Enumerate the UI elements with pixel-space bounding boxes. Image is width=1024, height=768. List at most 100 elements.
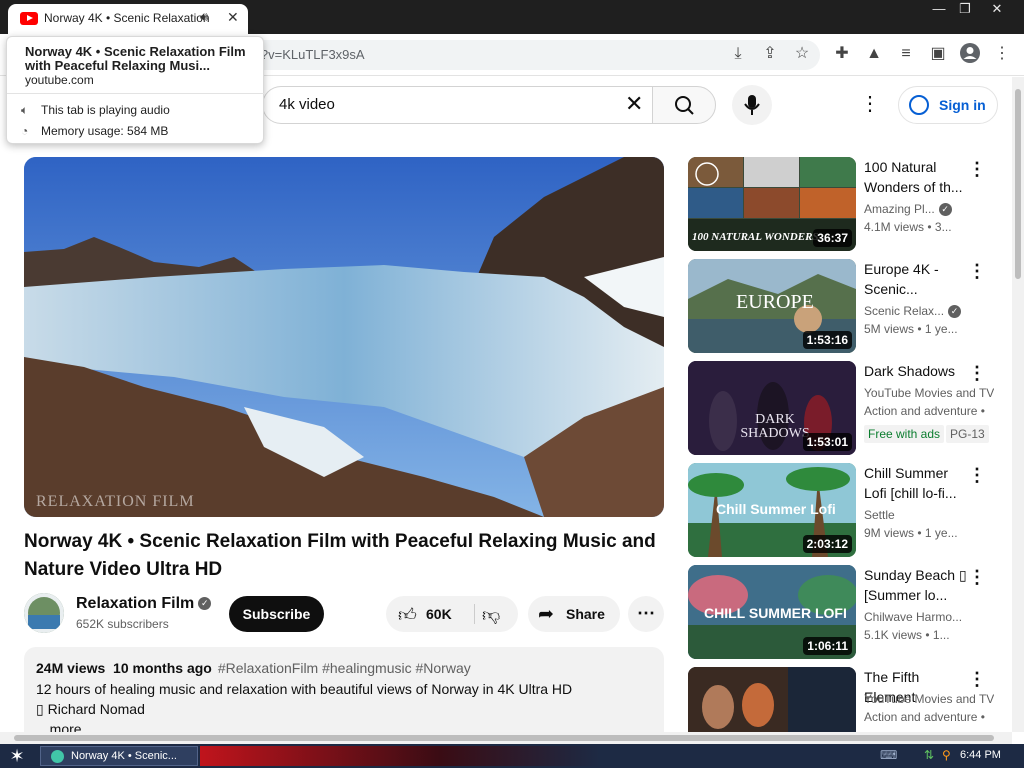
share-page-icon[interactable]: ⇪ xyxy=(758,42,782,66)
upload-age: 10 months ago xyxy=(113,660,212,676)
recommendation-thumbnail[interactable]: Chill Summer Lofi 2:03:12 xyxy=(688,463,856,557)
hashtags[interactable]: #RelaxationFilm #healingmusic #Norway xyxy=(218,660,471,676)
channel-avatar[interactable] xyxy=(24,593,64,633)
tab-title: Norway 4K • Scenic Relaxation xyxy=(44,11,210,25)
video-duration: 2:03:12 xyxy=(802,535,852,553)
description-line-2: ▯ Richard Nomad xyxy=(36,701,145,717)
view-count: 24M views xyxy=(36,660,106,676)
recommendation-menu-icon[interactable]: ⋮ xyxy=(968,363,986,383)
recommendation-menu-icon[interactable]: ⋮ xyxy=(968,669,986,689)
recommendation-genre: Action and adventure • xyxy=(864,710,985,724)
share-button[interactable]: ➦ Share xyxy=(528,596,620,632)
recommendation-item[interactable]: DARK SHADOWS 1:53:01 Dark Shadows YouTub… xyxy=(688,361,1004,457)
bookmark-star-icon[interactable]: ☆ xyxy=(790,42,814,66)
subscribe-button[interactable]: Subscribe xyxy=(229,596,324,632)
sign-in-label: Sign in xyxy=(939,97,986,113)
channel-name[interactable]: Relaxation Film ✓ xyxy=(76,595,212,613)
labs-flask-icon[interactable]: ▲ xyxy=(862,42,886,66)
rating-badge: PG-13 xyxy=(946,425,989,443)
vertical-scrollbar[interactable] xyxy=(1012,77,1024,732)
side-panel-icon[interactable]: ▣ xyxy=(926,42,950,66)
clear-search-icon[interactable]: ✕ xyxy=(625,91,643,117)
video-title: Norway 4K • Scenic Relaxation Film with … xyxy=(24,531,656,580)
recommendation-title[interactable]: Europe 4K - Scenic... xyxy=(864,259,968,299)
recommendation-channel[interactable]: Chilwave Harmo... xyxy=(864,610,994,624)
horizontal-scrollbar[interactable] xyxy=(0,732,1012,744)
sign-in-button[interactable]: Sign in xyxy=(898,86,998,124)
recommendation-item[interactable]: CHILL SUMMER LOFI 1:06:11 Sunday Beach ▯… xyxy=(688,565,1004,661)
recommendation-title[interactable]: Chill Summer Lofi [chill lo-fi... xyxy=(864,463,968,503)
recommendation-channel[interactable]: Scenic Relax... ✓ xyxy=(864,304,994,319)
views-text: 9M views xyxy=(864,526,915,540)
browser-tab[interactable]: Norway 4K • Scenic Relaxation 🔊︎ ✕ xyxy=(8,4,248,34)
share-arrow-icon: ➦ xyxy=(538,604,554,625)
hover-card-title: Norway 4K • Scenic Relaxation Film with … xyxy=(25,45,246,73)
search-tray-icon[interactable]: ⚲ xyxy=(942,748,951,762)
close-window-button[interactable]: ✕ xyxy=(980,0,1014,20)
recommendation-genre: Action and adventure • xyxy=(864,404,985,418)
recommendation-item[interactable]: EUROPE 1:53:16 Europe 4K - Scenic... Sce… xyxy=(688,259,1004,355)
recommendation-item[interactable]: 100 NATURAL WONDERS 36:37 100 Natural Wo… xyxy=(688,157,1004,253)
install-icon[interactable]: ⤓ xyxy=(726,42,750,66)
recommendation-title[interactable]: Sunday Beach ▯ [Summer lo... xyxy=(864,565,968,605)
clock: 6:44 PM xyxy=(960,749,1001,761)
recommendation-views: 4.1M views • 3... xyxy=(864,220,994,234)
youtube-favicon-icon xyxy=(20,12,38,25)
recommendation-menu-icon[interactable]: ⋮ xyxy=(968,567,986,587)
profile-icon[interactable] xyxy=(958,42,982,66)
vertical-scroll-thumb[interactable] xyxy=(1015,89,1021,279)
search-button[interactable] xyxy=(652,86,716,124)
recommendation-menu-icon[interactable]: ⋮ xyxy=(968,159,986,179)
network-tray-icon[interactable]: ⇅ xyxy=(924,748,934,762)
views-text: 5.1K views xyxy=(864,628,923,642)
recommendation-channel[interactable]: YouTube Movies and TV xyxy=(864,386,994,400)
browser-menu-icon[interactable]: ⋮ xyxy=(990,42,1014,66)
audio-status-text: This tab is playing audio xyxy=(41,103,170,117)
recommendation-channel[interactable]: Amazing Pl... ✓ xyxy=(864,202,994,217)
recommendation-item[interactable]: The Fifth Element YouTube Movies and TV … xyxy=(688,667,1004,732)
horizontal-scroll-thumb[interactable] xyxy=(14,735,994,741)
voice-search-button[interactable] xyxy=(732,85,772,125)
taskbar-app-button[interactable]: Norway 4K • Scenic... xyxy=(40,746,198,766)
restore-button[interactable]: ❐ xyxy=(948,0,982,20)
thumbnail-caption: DARK SHADOWS xyxy=(740,412,810,441)
dislike-thumb-icon[interactable]: 👎︎ xyxy=(482,604,500,626)
more-actions-button[interactable]: ⋯ xyxy=(628,596,664,632)
channel-text: Scenic Relax... xyxy=(864,304,945,318)
taskbar-decoration xyxy=(200,746,600,766)
video-player[interactable]: RELAXATION FILM xyxy=(24,157,664,517)
recommendation-item[interactable]: Chill Summer Lofi 2:03:12 Chill Summer L… xyxy=(688,463,1004,559)
recommendation-channel[interactable]: YouTube Movies and TV xyxy=(864,692,994,706)
recommendation-title[interactable]: 100 Natural Wonders of th... xyxy=(864,157,968,197)
video-duration: 36:37 xyxy=(813,229,852,247)
free-with-ads-badge: Free with ads xyxy=(864,425,945,443)
recommendation-thumbnail[interactable]: DARK SHADOWS 1:53:01 xyxy=(688,361,856,455)
like-thumb-icon[interactable]: 👍︎ xyxy=(398,604,417,626)
search-icon xyxy=(675,96,694,115)
recommendation-views: 9M views • 1 ye... xyxy=(864,526,994,540)
recommendation-thumbnail[interactable]: CHILL SUMMER LOFI 1:06:11 xyxy=(688,565,856,659)
account-icon xyxy=(909,95,929,115)
recommendation-channel[interactable]: Settle xyxy=(864,508,994,522)
like-dislike-group: 👍︎ 60K 👎︎ xyxy=(386,596,518,632)
settings-more-icon[interactable]: ⋮ xyxy=(858,92,882,116)
extensions-icon[interactable]: ✚ xyxy=(830,42,854,66)
recommendation-menu-icon[interactable]: ⋮ xyxy=(968,261,986,281)
speaker-icon[interactable]: 🔊︎ xyxy=(200,9,208,25)
search-query: 4k video xyxy=(279,96,335,113)
age-text: • 1 ye... xyxy=(917,526,958,540)
keyboard-tray-icon[interactable]: ⌨ xyxy=(880,748,897,762)
start-menu-icon[interactable]: ✶ xyxy=(6,745,28,767)
recommendation-title[interactable]: Dark Shadows xyxy=(864,361,968,381)
taskbar-app-label: Norway 4K • Scenic... xyxy=(71,750,177,762)
tab-close-icon[interactable]: ✕ xyxy=(227,9,239,26)
recommendation-thumbnail[interactable]: 100 NATURAL WONDERS 36:37 xyxy=(688,157,856,251)
description-meta: 24M views 10 months ago #RelaxationFilm #… xyxy=(36,660,471,676)
recommendation-thumbnail[interactable] xyxy=(688,667,856,732)
like-count[interactable]: 60K xyxy=(426,606,452,622)
search-input[interactable]: 4k video ✕ xyxy=(262,86,652,124)
hover-card-divider xyxy=(7,93,265,94)
recommendation-thumbnail[interactable]: EUROPE 1:53:16 xyxy=(688,259,856,353)
recommendation-menu-icon[interactable]: ⋮ xyxy=(968,465,986,485)
media-queue-icon[interactable]: ≡ xyxy=(894,42,918,66)
